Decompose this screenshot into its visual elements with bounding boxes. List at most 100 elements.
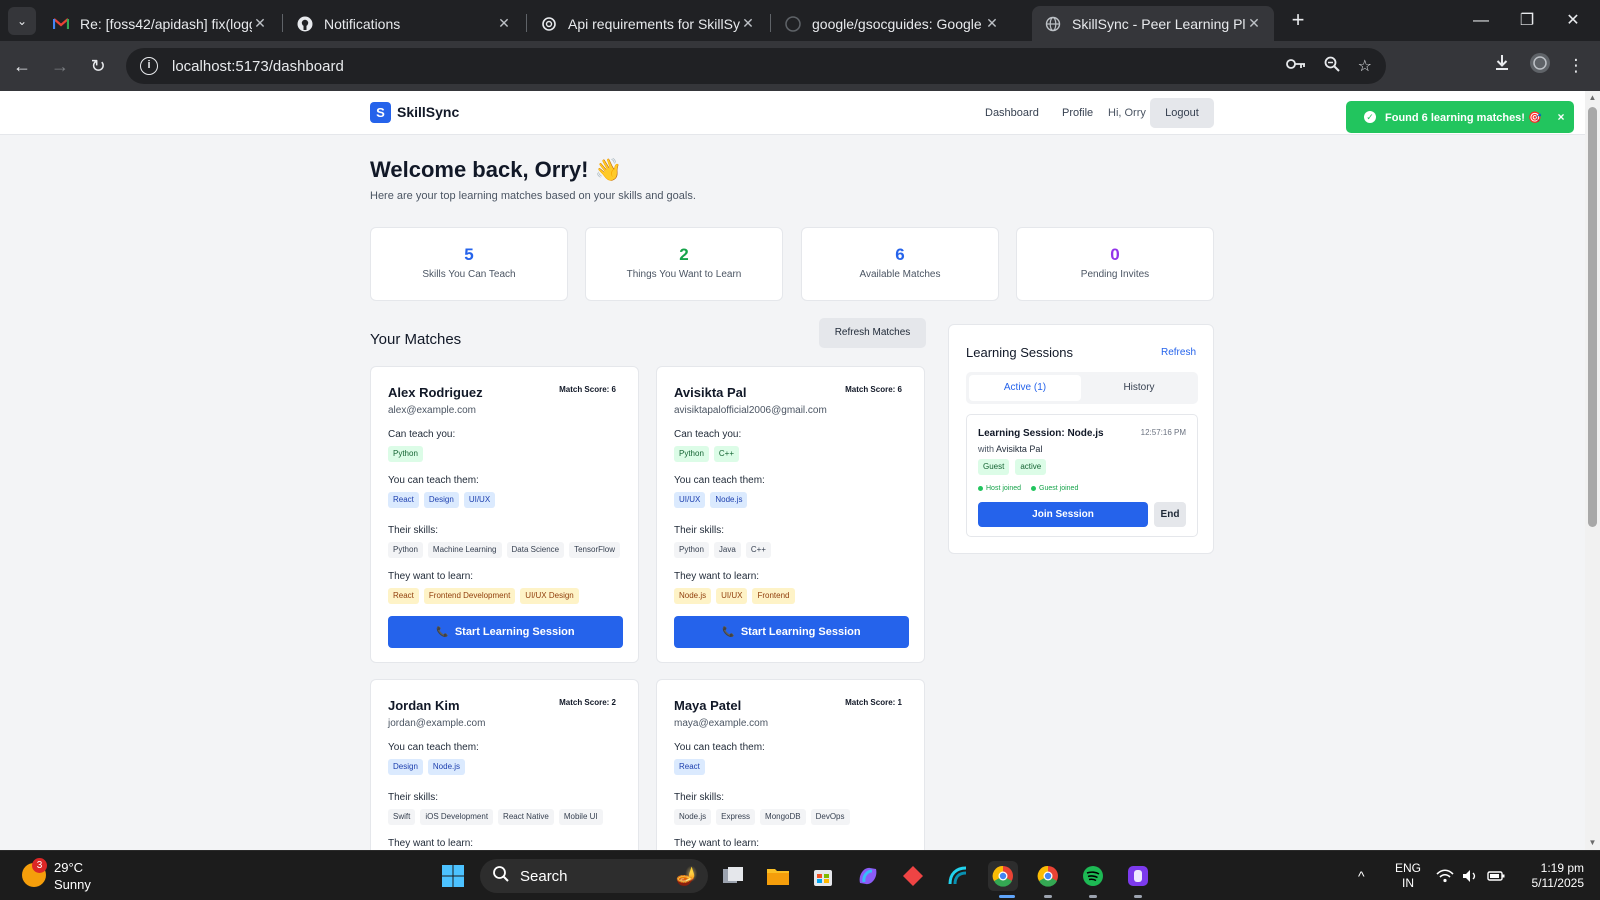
gmail-icon: [52, 15, 70, 33]
tab-api-requirements[interactable]: Api requirements for SkillSync ✕: [528, 6, 768, 41]
tab-session-history[interactable]: History: [1083, 375, 1195, 401]
password-key-icon[interactable]: [1285, 57, 1306, 75]
weather-condition[interactable]: Sunny: [54, 877, 91, 892]
site-info-icon[interactable]: i: [140, 57, 158, 75]
address-bar[interactable]: i localhost:5173/dashboard ☆: [126, 48, 1386, 84]
session-partner: with Avisikta Pal: [978, 444, 1042, 454]
spotify-icon[interactable]: [1078, 861, 1108, 891]
new-tab-button[interactable]: +: [1285, 8, 1311, 34]
you-can-teach-label: You can teach them:: [388, 475, 479, 486]
skill-tag: C++: [745, 542, 771, 558]
zoom-icon[interactable]: [1324, 56, 1340, 77]
logout-button[interactable]: Logout: [1150, 98, 1214, 128]
session-card: Learning Session: Node.js 12:57:16 PM wi…: [966, 414, 1198, 537]
skill-tag: MongoDB: [760, 809, 806, 825]
store-icon[interactable]: [808, 861, 838, 891]
globe-icon: [1044, 15, 1062, 33]
match-score: Match Score: 6: [845, 385, 902, 394]
can-teach-you-label: Can teach you:: [388, 429, 456, 440]
volume-icon[interactable]: [1462, 851, 1480, 900]
task-view-icon[interactable]: [718, 861, 748, 891]
close-icon[interactable]: ×: [1548, 110, 1574, 124]
more-menu-icon[interactable]: ⋮: [1564, 52, 1588, 80]
app-purple-icon[interactable]: [1123, 861, 1153, 891]
scroll-down-icon[interactable]: ▼: [1585, 836, 1600, 850]
learning-sessions-panel: Learning Sessions Refresh Active (1) His…: [948, 324, 1214, 554]
nav-profile-link[interactable]: Profile: [1062, 107, 1093, 119]
weather-temperature[interactable]: 29°C: [54, 860, 83, 875]
join-session-button[interactable]: Join Session: [978, 502, 1148, 527]
skill-tag: Design: [388, 759, 423, 775]
tab-gsocguides[interactable]: google/gsocguides: Google Sur ✕: [772, 6, 1012, 41]
file-explorer-icon[interactable]: [763, 861, 793, 891]
phone-icon: 📞: [722, 626, 735, 638]
search-icon: [492, 865, 510, 888]
skill-tag: DevOps: [810, 809, 850, 825]
match-email: jordan@example.com: [388, 718, 486, 729]
tray-overflow-icon[interactable]: ^: [1358, 851, 1365, 900]
reload-icon[interactable]: ↻: [84, 52, 112, 80]
windows-start-icon[interactable]: [438, 861, 468, 891]
participant-status: Host joined Guest joined: [978, 485, 1078, 492]
restore-icon[interactable]: ❐: [1504, 6, 1550, 36]
nav-dashboard-link[interactable]: Dashboard: [985, 107, 1039, 119]
clock[interactable]: 1:19 pm 5/11/2025: [1522, 851, 1585, 900]
tab-active-sessions[interactable]: Active (1): [969, 375, 1081, 401]
close-icon[interactable]: ✕: [1246, 15, 1262, 32]
close-icon[interactable]: ✕: [252, 15, 268, 32]
their-skills-label: Their skills:: [674, 525, 725, 536]
close-icon[interactable]: ✕: [740, 15, 756, 32]
can-teach-you-tags: Python: [388, 446, 621, 462]
skill-tag: React: [674, 759, 705, 775]
forward-arrow-icon[interactable]: →: [46, 52, 74, 80]
language-indicator[interactable]: ENG IN: [1395, 851, 1421, 900]
app-wave-icon[interactable]: [943, 861, 973, 891]
chrome-profile-icon[interactable]: [1033, 861, 1063, 891]
tab-gmail[interactable]: Re: [foss42/apidash] fix(logging ✕: [40, 6, 280, 41]
app-name: SkillSync: [397, 104, 460, 120]
chatgpt-icon: [540, 15, 558, 33]
github-icon: [784, 15, 802, 33]
start-session-button[interactable]: 📞 Start Learning Session: [674, 616, 909, 648]
can-teach-you-tags: Python C++: [674, 446, 907, 462]
tab-skillsync[interactable]: SkillSync - Peer Learning Platfor ✕: [1032, 6, 1274, 41]
bookmark-star-icon[interactable]: ☆: [1358, 56, 1372, 76]
url-text[interactable]: localhost:5173/dashboard: [172, 58, 344, 75]
weather-badge: 3: [32, 858, 47, 873]
refresh-matches-button[interactable]: Refresh Matches: [819, 318, 926, 348]
start-session-button[interactable]: 📞 Start Learning Session: [388, 616, 623, 648]
page-scrollbar[interactable]: ▲ ▼: [1585, 91, 1600, 850]
close-window-icon[interactable]: ✕: [1550, 6, 1596, 36]
you-can-teach-label: You can teach them:: [388, 742, 479, 753]
scroll-thumb[interactable]: [1588, 107, 1597, 527]
wifi-icon[interactable]: [1436, 851, 1454, 900]
skill-tag: Mobile UI: [558, 809, 603, 825]
tab-github-notifications[interactable]: Notifications ✕: [284, 6, 524, 41]
battery-icon[interactable]: [1487, 851, 1505, 900]
download-icon[interactable]: [1488, 52, 1516, 80]
match-email: avisiktapalofficial2006@gmail.com: [674, 405, 827, 416]
taskbar-search[interactable]: Search 🪔: [480, 859, 708, 893]
you-can-teach-tags: React Design UI/UX: [388, 492, 621, 508]
session-status-badge: active: [1015, 459, 1047, 475]
back-arrow-icon[interactable]: ←: [8, 52, 36, 80]
they-want-label: They want to learn:: [388, 838, 474, 849]
scroll-up-icon[interactable]: ▲: [1585, 91, 1600, 105]
stat-label: Available Matches: [859, 269, 941, 280]
app-red-diamond-icon[interactable]: [898, 861, 928, 891]
close-icon[interactable]: ✕: [496, 15, 512, 32]
skill-tag: Express: [716, 809, 756, 825]
minimize-icon[interactable]: —: [1458, 6, 1504, 36]
profile-avatar-icon[interactable]: [1526, 52, 1554, 80]
stat-card-learn: 2 Things You Want to Learn: [585, 227, 783, 301]
skill-tag: Frontend: [752, 588, 795, 604]
copilot-icon[interactable]: [853, 861, 883, 891]
you-can-teach-tags: UI/UX Node.js: [674, 492, 907, 508]
browser-tab-bar: ⌄ Re: [foss42/apidash] fix(logging ✕ Not…: [0, 0, 1600, 41]
match-score: Match Score: 6: [559, 385, 616, 394]
end-session-button[interactable]: End: [1154, 502, 1186, 527]
chrome-icon[interactable]: [988, 861, 1018, 891]
tab-search-button[interactable]: ⌄: [8, 7, 36, 35]
sessions-refresh-link[interactable]: Refresh: [1161, 347, 1196, 358]
close-icon[interactable]: ✕: [984, 15, 1000, 32]
